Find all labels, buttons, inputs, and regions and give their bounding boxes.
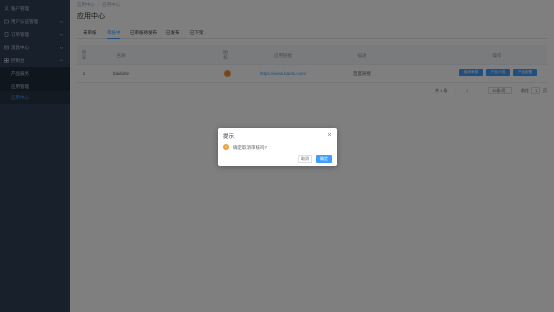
dialog-title: 提示 <box>223 134 235 140</box>
cancel-button[interactable]: 取消 <box>298 155 312 163</box>
confirm-button[interactable]: 确定 <box>316 155 332 163</box>
dialog-message: 确定取消审核吗? <box>233 145 268 150</box>
close-icon[interactable] <box>327 132 332 137</box>
confirm-dialog: 提示 ! 确定取消审核吗? 取消 确定 <box>218 128 337 166</box>
warning-icon: ! <box>223 144 229 150</box>
